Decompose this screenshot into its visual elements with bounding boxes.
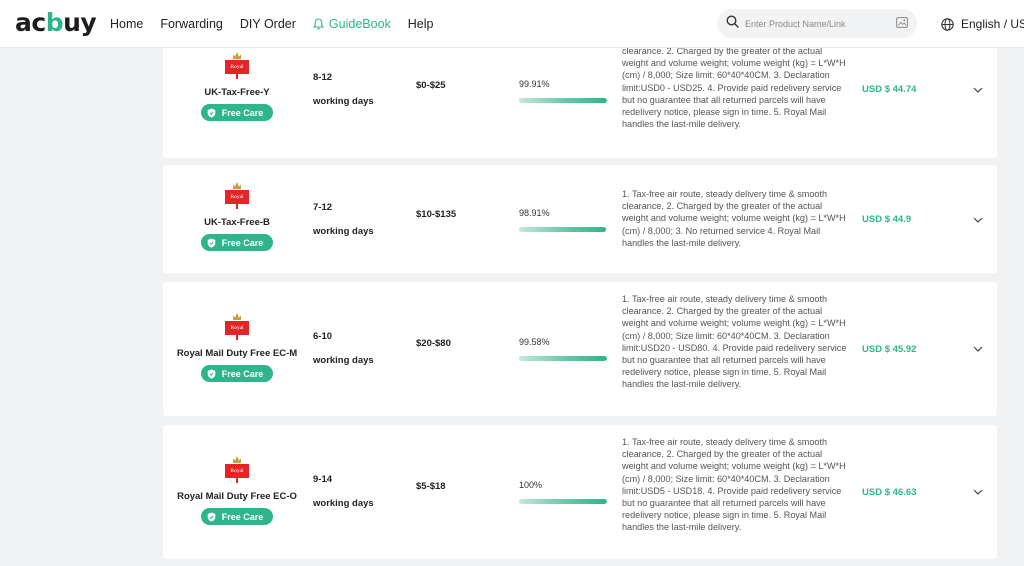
route-name: Royal Mail Duty Free EC-O <box>177 491 297 502</box>
success-rate: 100% <box>519 480 607 504</box>
shipping-route-card[interactable]: Royal Mail UK-Tax-Free-B Free Care 7-12 … <box>163 165 997 273</box>
shield-icon <box>207 369 216 379</box>
shield-icon <box>207 512 216 522</box>
shield-icon <box>207 238 216 248</box>
success-rate-bar <box>519 356 607 361</box>
route-price: USD $ 45.92 <box>862 344 917 355</box>
route-description: 1. Tax-free air route, steady delivery t… <box>622 294 847 390</box>
route-price: USD $ 44.74 <box>862 84 917 95</box>
route-description: 1. Tax-free air route, steady delivery t… <box>622 189 846 248</box>
free-care-badge[interactable]: Free Care <box>200 508 274 525</box>
search-icon[interactable] <box>726 14 739 33</box>
carrier-info: Royal Mail Royal Mail Duty Free EC-O Fre… <box>163 455 311 525</box>
main-nav: Home Forwarding DIY Order GuideBook Help <box>110 0 451 48</box>
declared-value-range: $0-$25 <box>416 80 446 91</box>
success-rate: 98.91% <box>519 208 607 232</box>
search-input[interactable]: Enter Product Name/Link <box>745 19 896 29</box>
declared-value-range: $10-$135 <box>416 209 457 220</box>
free-care-badge[interactable]: Free Care <box>200 104 274 121</box>
carrier-info: Royal Mail Royal Mail Duty Free EC-M Fre… <box>163 312 311 382</box>
route-description: clearance. 2. Charged by the greater of … <box>622 46 846 130</box>
acbuy-logo[interactable]: acbuy <box>15 8 97 37</box>
route-price: USD $ 44.9 <box>862 214 912 225</box>
search-bar[interactable]: Enter Product Name/Link <box>717 9 917 38</box>
chevron-down-icon[interactable] <box>973 489 983 495</box>
declared-value-range: $20-$80 <box>416 338 451 349</box>
delivery-time: 7-12 working days <box>313 202 374 237</box>
route-name: UK-Tax-Free-B <box>204 217 270 228</box>
chevron-down-icon[interactable] <box>973 217 983 223</box>
shipping-route-card[interactable]: Royal Mail Royal Mail Duty Free EC-O Fre… <box>163 425 997 559</box>
shipping-route-card[interactable]: Royal Mail Royal Mail Duty Free EC-M Fre… <box>163 282 997 416</box>
declared-value-range: $5-$18 <box>416 481 446 492</box>
success-rate: 99.58% <box>519 337 607 361</box>
delivery-time: 8-12 working days <box>313 72 374 107</box>
language-label: English / USI <box>961 17 1024 31</box>
free-care-badge[interactable]: Free Care <box>200 234 274 251</box>
route-name: Royal Mail Duty Free EC-M <box>176 348 298 359</box>
route-name: UK-Tax-Free-Y <box>204 87 270 98</box>
image-search-icon[interactable] <box>896 15 908 33</box>
delivery-time: 6-10 working days <box>313 331 374 366</box>
globe-icon <box>941 17 954 31</box>
chevron-down-icon[interactable] <box>973 87 983 93</box>
delivery-time: 9-14 working days <box>313 474 374 509</box>
route-description: 1. Tax-free air route, steady delivery t… <box>622 437 846 533</box>
shield-icon <box>207 108 216 118</box>
success-rate-bar <box>519 499 607 504</box>
success-rate-bar <box>519 227 607 232</box>
nav-diy-order[interactable]: DIY Order <box>240 17 296 31</box>
language-selector[interactable]: English / USI <box>941 0 1024 48</box>
carrier-info: Royal Mail UK-Tax-Free-Y Free Care <box>163 51 311 121</box>
royal-mail-logo: Royal Mail <box>225 455 249 488</box>
shipping-route-card[interactable]: Royal Mail UK-Tax-Free-Y Free Care 8-12 … <box>163 37 997 158</box>
bell-icon <box>312 18 324 30</box>
carrier-info: Royal Mail UK-Tax-Free-B Free Care <box>163 181 311 251</box>
chevron-down-icon[interactable] <box>973 346 983 352</box>
nav-guidebook[interactable]: GuideBook <box>312 17 391 31</box>
route-price: USD $ 46.63 <box>862 487 917 498</box>
nav-help[interactable]: Help <box>408 17 434 31</box>
royal-mail-logo: Royal Mail <box>225 312 249 345</box>
success-rate: 99.91% <box>519 79 607 103</box>
nav-home[interactable]: Home <box>110 17 143 31</box>
royal-mail-logo: Royal Mail <box>225 181 249 214</box>
free-care-badge[interactable]: Free Care <box>200 365 274 382</box>
royal-mail-logo: Royal Mail <box>225 51 249 84</box>
nav-forwarding[interactable]: Forwarding <box>160 17 223 31</box>
top-header: acbuy Home Forwarding DIY Order GuideBoo… <box>0 0 1024 48</box>
success-rate-bar <box>519 98 607 103</box>
